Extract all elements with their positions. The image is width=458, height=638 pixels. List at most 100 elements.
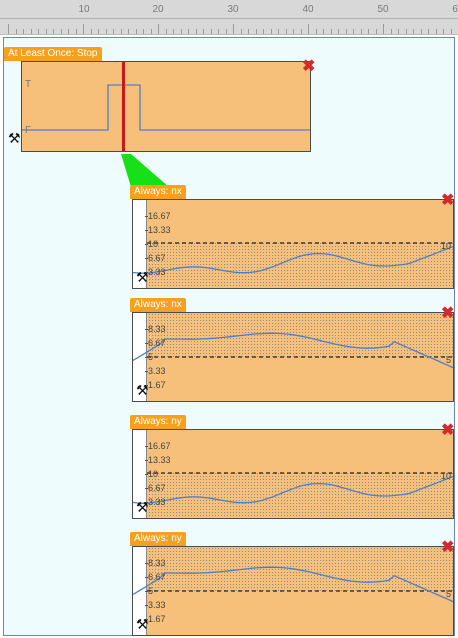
boolean-plot[interactable]: T F — [21, 61, 311, 152]
y-tick-label: 6.67 — [145, 253, 166, 263]
ruler-tick — [53, 29, 54, 34]
ruler-tick — [30, 29, 32, 34]
ruler-tick — [390, 29, 392, 34]
ruler-tick-label: 6 — [452, 4, 458, 15]
ruler-tick — [143, 29, 144, 34]
ruler-tick — [83, 24, 84, 34]
block-label[interactable]: Always: ny — [130, 415, 186, 429]
ruler-tick — [23, 29, 24, 34]
tools-icon[interactable]: ⚒ — [136, 617, 149, 631]
at-least-once-block[interactable]: At Least Once: Stop T F ✖ ⚒ — [4, 47, 315, 153]
close-icon[interactable]: ✖ — [302, 59, 315, 75]
ruler-tick — [375, 29, 377, 34]
ruler-tick — [360, 29, 362, 34]
ruler-tick-label: 40 — [302, 4, 314, 15]
threshold-value: 10 — [440, 471, 451, 481]
time-ruler: 10 20 30 40 50 6 — [0, 0, 458, 35]
time-cursor — [122, 62, 125, 151]
y-tick-label: 13.33 — [145, 455, 171, 465]
ruler-tick — [420, 29, 422, 34]
ruler-tick — [435, 29, 437, 34]
ruler-tick — [150, 29, 152, 34]
ruler-tick — [105, 29, 107, 34]
ruler-tick — [180, 29, 182, 34]
always-block[interactable]: Always: ny 16.67 13.33 10 6.67 3.33 10 ⚒ ✖ — [130, 415, 454, 521]
ruler-tick — [165, 29, 167, 34]
threshold-value: 5 — [445, 589, 451, 599]
ruler-tick-label: 10 — [78, 4, 90, 15]
y-tick-label: 10 — [144, 469, 159, 479]
ruler-tick — [120, 29, 122, 34]
y-tick-label: 6.67 — [145, 572, 166, 582]
ruler-tick — [135, 29, 137, 34]
signal-svg — [133, 242, 453, 288]
y-tick-label: 3.33 — [145, 600, 166, 610]
ruler-tick — [188, 29, 189, 34]
ruler-tick — [405, 29, 407, 34]
always-block[interactable]: Always: nx 16.67 13.33 10 6.67 3.33 10 ⚒ ✖ — [130, 185, 454, 291]
tools-icon[interactable]: ⚒ — [136, 270, 149, 284]
signal-svg — [133, 547, 453, 603]
close-icon[interactable]: ✖ — [441, 540, 454, 556]
y-tick-label: 5 — [144, 352, 154, 362]
y-tick-label: 13.33 — [145, 225, 171, 235]
always-block[interactable]: Always: nx 8.33 6.67 5 3.33 1.67 5 ⚒ ✖ — [130, 298, 454, 404]
y-tick-label: 1.67 — [145, 614, 166, 624]
boolean-signal — [22, 62, 310, 151]
formula-canvas[interactable]: At Least Once: Stop T F ✖ ⚒ Always: nx 16… — [3, 37, 455, 636]
y-tick-label: 8.33 — [145, 324, 166, 334]
block-label[interactable]: Always: ny — [130, 532, 186, 546]
signal-svg — [133, 313, 453, 369]
ruler-tick — [428, 29, 429, 34]
ruler-tick — [195, 29, 197, 34]
close-icon[interactable]: ✖ — [441, 423, 454, 439]
ruler-tick — [413, 29, 414, 34]
signal-plot[interactable]: 16.67 13.33 10 6.67 3.33 10 ⚒ — [132, 199, 454, 289]
ruler-tick — [308, 24, 309, 34]
tools-icon[interactable]: ⚒ — [136, 500, 149, 514]
y-tick-label: 3.33 — [145, 366, 166, 376]
ruler-tick — [248, 29, 249, 34]
y-tick-label: 5 — [144, 586, 154, 596]
ruler-tick-label: 30 — [227, 4, 239, 15]
ruler-tick — [330, 29, 332, 34]
ruler-tick — [128, 29, 129, 34]
ruler-tick — [68, 29, 69, 34]
ruler-tick — [45, 29, 47, 34]
tools-icon[interactable]: ⚒ — [136, 383, 149, 397]
block-label[interactable]: At Least Once: Stop — [4, 47, 102, 61]
ruler-tick — [323, 29, 324, 34]
ruler-tick — [15, 29, 17, 34]
tools-icon[interactable]: ⚒ — [8, 131, 21, 145]
signal-plot[interactable]: 8.33 6.67 5 3.33 1.67 5 ⚒ — [132, 312, 454, 402]
ruler-tick — [225, 29, 227, 34]
ruler-tick-label: 20 — [152, 4, 164, 15]
always-block[interactable]: Always: ny 8.33 6.67 5 3.33 1.67 5 ⚒ ✖ — [130, 532, 454, 638]
y-tick-label: 1.67 — [145, 380, 166, 390]
block-label[interactable]: Always: nx — [130, 298, 186, 312]
ruler-tick — [210, 29, 212, 34]
ruler-tick — [60, 29, 62, 34]
close-icon[interactable]: ✖ — [441, 306, 454, 322]
block-label[interactable]: Always: nx — [130, 185, 186, 199]
y-tick-label: 16.67 — [145, 441, 171, 451]
satisfied-region — [147, 243, 453, 288]
ruler-tick — [450, 29, 452, 34]
close-icon[interactable]: ✖ — [441, 193, 454, 209]
signal-plot[interactable]: 16.67 13.33 10 6.67 3.33 10 ⚒ — [132, 429, 454, 519]
ruler-tick — [300, 29, 302, 34]
ruler-tick — [443, 29, 444, 34]
ruler-tick — [218, 29, 219, 34]
y-tick-label: 3.33 — [145, 267, 166, 277]
ruler-tick — [398, 29, 399, 34]
ruler-tick — [278, 29, 279, 34]
ruler-tick — [8, 24, 9, 34]
ruler-tick — [203, 29, 204, 34]
y-tick-label: 6.67 — [145, 338, 166, 348]
signal-plot[interactable]: 8.33 6.67 5 3.33 1.67 5 ⚒ — [132, 546, 454, 636]
y-tick-label: 16.67 — [145, 211, 171, 221]
threshold-value: 10 — [440, 241, 451, 251]
ruler-tick — [113, 29, 114, 34]
ruler-tick — [353, 29, 354, 34]
ruler-tick — [345, 29, 347, 34]
